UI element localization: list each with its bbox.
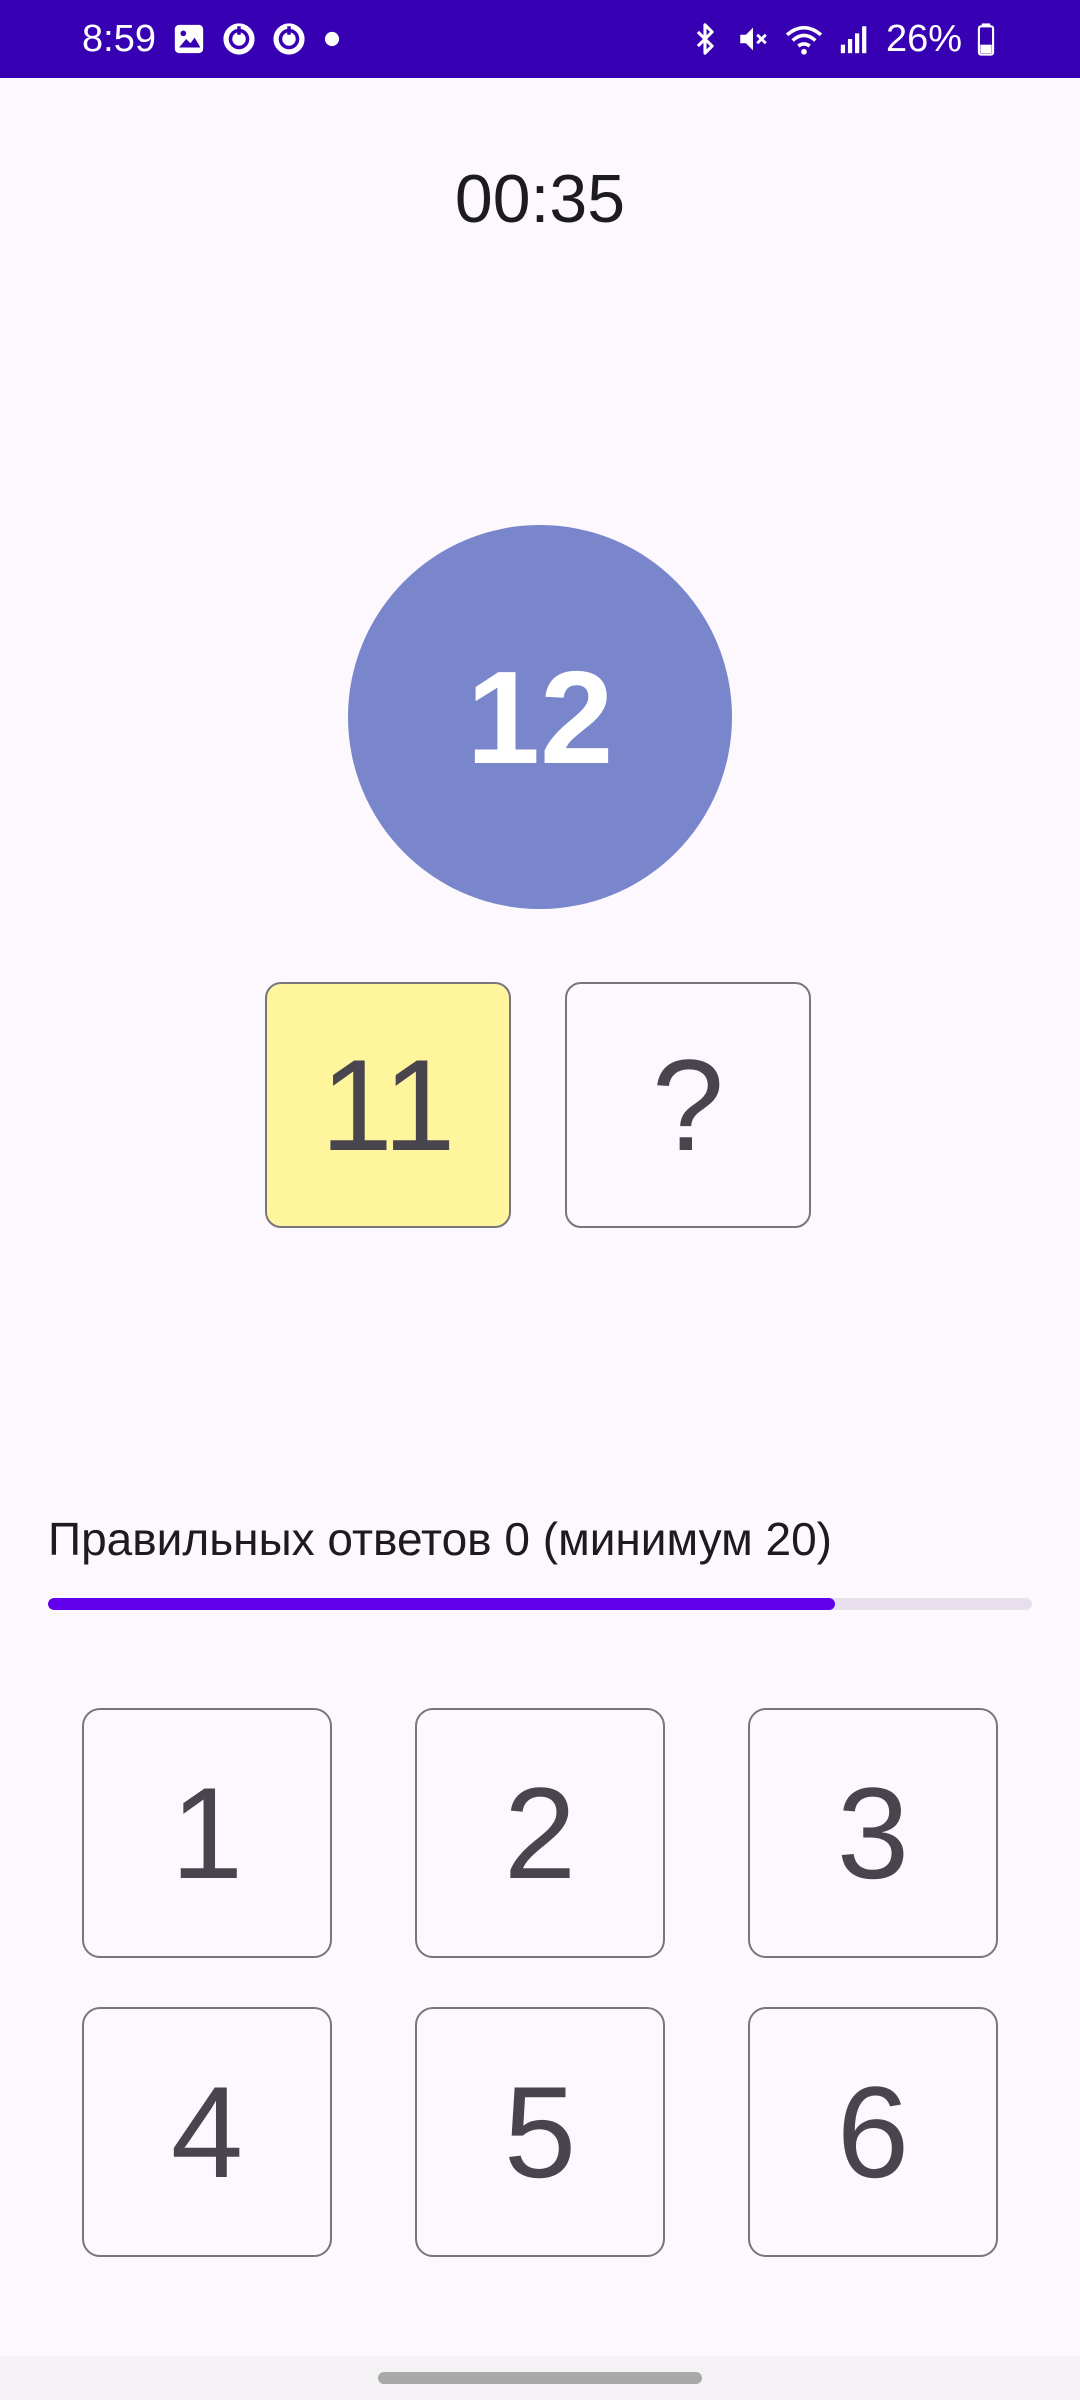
target-number-circle: 12	[348, 525, 732, 909]
home-gesture-handle[interactable]	[378, 2372, 702, 2384]
dot-icon	[322, 22, 342, 56]
keypad-button-6[interactable]: 6	[748, 2007, 998, 2257]
answer-slot-first: 11	[265, 982, 511, 1228]
keypad-button-2[interactable]: 2	[415, 1708, 665, 1958]
gallery-icon	[172, 22, 206, 56]
bluetooth-icon	[688, 22, 722, 56]
app-notification-icon	[272, 22, 306, 56]
keypad-button-3[interactable]: 3	[748, 1708, 998, 1958]
target-number: 12	[466, 643, 614, 791]
battery-icon	[976, 22, 996, 56]
wifi-icon	[784, 22, 824, 56]
status-right-icons: 26%	[688, 0, 996, 78]
answer-slot-second-value: ?	[651, 1032, 725, 1178]
answer-slot-second: ?	[565, 982, 811, 1228]
keypad-button-4[interactable]: 4	[82, 2007, 332, 2257]
signal-icon	[838, 22, 872, 56]
answer-slot-first-value: 11	[320, 1032, 456, 1178]
status-left-icons	[172, 0, 342, 78]
keypad-button-5[interactable]: 5	[415, 2007, 665, 2257]
progress-bar	[48, 1598, 1032, 1610]
mute-icon	[736, 22, 770, 56]
keypad-button-1[interactable]: 1	[82, 1708, 332, 1958]
battery-percent: 26%	[885, 18, 962, 60]
timer: 00:35	[454, 161, 626, 237]
status-bar: 8:59 26%	[0, 0, 1080, 78]
progress-bar-fill	[48, 1598, 836, 1610]
correct-answers-label: Правильных ответов 0 (минимум 20)	[48, 1513, 832, 1565]
status-time: 8:59	[82, 18, 156, 60]
app-notification-icon	[222, 22, 256, 56]
